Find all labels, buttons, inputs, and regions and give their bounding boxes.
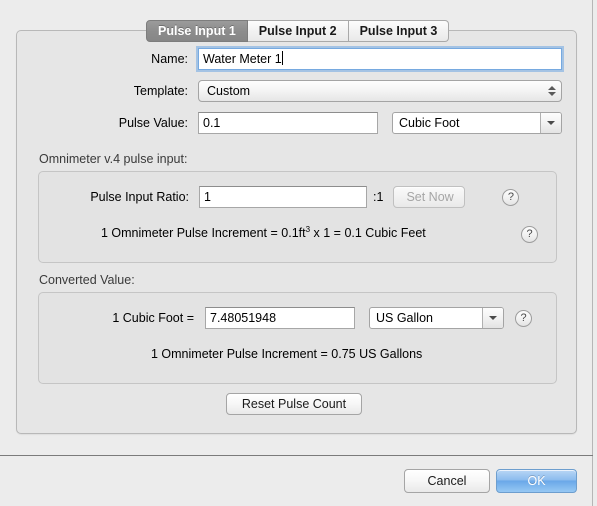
text-caret — [281, 51, 283, 65]
reset-pulse-count-button[interactable]: Reset Pulse Count — [226, 393, 362, 415]
pulse-input-ratio-row: Pulse Input Ratio: 1 :1 Set Now ? — [39, 186, 558, 208]
footer-divider — [0, 455, 593, 456]
chevron-down-icon — [547, 92, 556, 96]
cancel-button[interactable]: Cancel — [404, 469, 490, 493]
template-select-value: Custom — [207, 84, 251, 98]
name-input[interactable]: Water Meter 1 — [198, 48, 562, 70]
pulse-value-row: Pulse Value: 0.1 Cubic Foot — [17, 112, 562, 134]
converted-increment-text: 1 Omnimeter Pulse Increment = 0.75 US Ga… — [151, 347, 423, 361]
converted-from-label: 1 Cubic Foot = — [112, 311, 194, 325]
conversion-factor-value: 7.48051948 — [210, 311, 277, 325]
omnimeter-group-title: Omnimeter v.4 pulse input: — [39, 152, 188, 166]
ratio-suffix-label: :1 — [373, 190, 384, 204]
tab-panel: Name: Water Meter 1 Template: Custom Pul… — [16, 30, 577, 434]
pulse-input-ratio-input[interactable]: 1 — [199, 186, 367, 208]
pulse-input-ratio-value: 1 — [204, 190, 211, 204]
help-icon[interactable]: ? — [515, 309, 532, 327]
converted-unit-select[interactable]: US Gallon — [369, 307, 504, 329]
pulse-input-dialog: Pulse Input 1 Pulse Input 2 Pulse Input … — [0, 0, 593, 506]
template-select[interactable]: Custom — [198, 80, 562, 102]
pulse-value-label: Pulse Value: — [118, 116, 188, 130]
increment-prefix: 1 Omnimeter Pulse Increment = 0.1ft — [101, 226, 306, 240]
chevron-up-icon — [547, 86, 556, 90]
pulse-unit-select[interactable]: Cubic Foot — [392, 112, 562, 134]
converted-groupbox: 1 Cubic Foot = 7.48051948 US Gallon ? 1 … — [38, 292, 557, 384]
stepper-arrows-icon[interactable] — [547, 81, 556, 101]
template-row: Template: Custom — [17, 80, 562, 102]
ok-button[interactable]: OK — [496, 469, 577, 493]
popup-arrow-box[interactable] — [482, 308, 503, 328]
name-input-value: Water Meter 1 — [203, 52, 282, 66]
conversion-factor-input[interactable]: 7.48051948 — [205, 307, 355, 329]
pulse-value-input-value: 0.1 — [203, 116, 221, 130]
set-now-button[interactable]: Set Now — [393, 186, 466, 208]
chevron-down-icon — [489, 316, 497, 320]
name-label: Name: — [151, 52, 188, 66]
tab-pulse-input-3[interactable]: Pulse Input 3 — [348, 20, 450, 42]
tab-bar: Pulse Input 1 Pulse Input 2 Pulse Input … — [146, 20, 450, 42]
converted-group-title: Converted Value: — [39, 273, 135, 287]
increment-suffix: x 1 = 0.1 Cubic Feet — [310, 226, 426, 240]
pulse-value-input[interactable]: 0.1 — [198, 112, 378, 134]
pulse-input-ratio-label: Pulse Input Ratio: — [90, 190, 189, 204]
chevron-down-icon — [547, 121, 555, 125]
name-row: Name: Water Meter 1 — [17, 48, 562, 70]
help-icon[interactable]: ? — [502, 188, 520, 206]
converted-value-row: 1 Cubic Foot = 7.48051948 US Gallon ? — [39, 307, 558, 329]
converted-unit-value: US Gallon — [376, 311, 433, 325]
help-icon[interactable]: ? — [521, 226, 538, 243]
tab-pulse-input-1[interactable]: Pulse Input 1 — [146, 20, 248, 42]
tab-pulse-input-2[interactable]: Pulse Input 2 — [247, 20, 349, 42]
omnimeter-increment-text: 1 Omnimeter Pulse Increment = 0.1ft3 x 1… — [101, 225, 426, 240]
popup-arrow-box[interactable] — [540, 113, 561, 133]
pulse-unit-value: Cubic Foot — [399, 116, 460, 130]
template-label: Template: — [133, 84, 188, 98]
omnimeter-groupbox: Pulse Input Ratio: 1 :1 Set Now ? 1 Omni… — [38, 171, 557, 263]
